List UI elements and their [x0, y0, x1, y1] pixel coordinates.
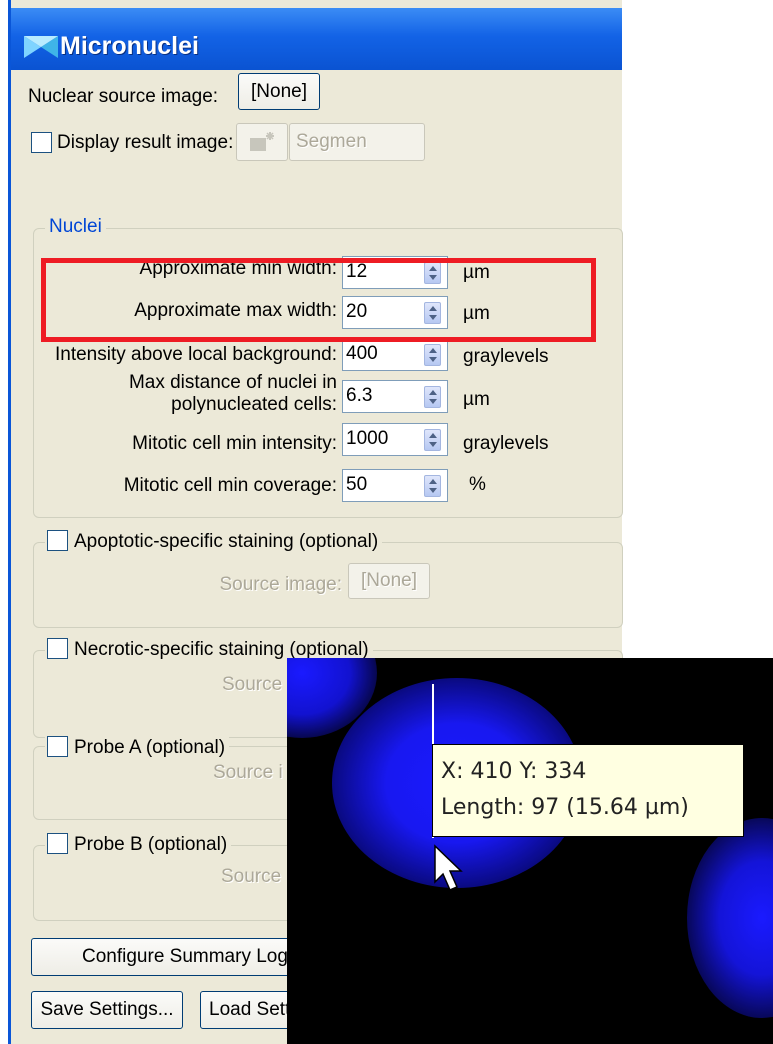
apoptotic-source-label: Source image: — [219, 574, 342, 595]
probe-b-checkbox[interactable] — [47, 833, 68, 854]
max-distance-label-line1: Max distance of nuclei in — [128, 372, 337, 393]
apoptotic-checkbox[interactable] — [47, 530, 68, 551]
highlight-box — [41, 258, 596, 342]
intensity-spin-arrows-icon[interactable] — [424, 344, 441, 366]
save-settings-button[interactable]: Save Settings... — [31, 991, 183, 1029]
apoptotic-legend: Apoptotic-specific staining (optional) — [45, 530, 383, 553]
tooltip-coordinates: X: 410 Y: 334 — [441, 759, 587, 784]
probe-b-source-label: Source i — [221, 866, 291, 887]
max-distance-spin-arrows-icon[interactable] — [424, 386, 441, 408]
measurement-tooltip: X: 410 Y: 334 Length: 97 (15.64 µm) — [432, 744, 744, 837]
mitotic-coverage-spinner[interactable]: 50 — [342, 469, 448, 502]
new-image-button[interactable] — [236, 123, 288, 161]
max-distance-value[interactable]: 6.3 — [346, 385, 372, 407]
measurement-overlay — [432, 684, 513, 891]
max-distance-spinner[interactable]: 6.3 — [342, 380, 448, 413]
probe-a-checkbox[interactable] — [47, 736, 68, 757]
app-logo-icon — [24, 36, 58, 58]
mitotic-intensity-label: Mitotic cell min intensity: — [132, 433, 337, 454]
mitotic-intensity-spinner[interactable]: 1000 — [342, 423, 448, 456]
mitotic-intensity-unit: graylevels — [463, 433, 549, 454]
new-image-icon — [250, 132, 274, 151]
mitotic-coverage-value[interactable]: 50 — [346, 474, 367, 496]
intensity-spinner[interactable]: 400 — [342, 338, 448, 371]
display-result-label: Display result image: — [57, 132, 234, 153]
max-distance-label-line2: polynucleated cells: — [171, 394, 337, 415]
microscopy-image-inset[interactable]: X: 410 Y: 334 Length: 97 (15.64 µm) — [287, 658, 773, 1044]
nuclei-legend: Nuclei — [45, 216, 106, 238]
necrotic-checkbox[interactable] — [47, 638, 68, 659]
mitotic-coverage-label: Mitotic cell min coverage: — [123, 475, 337, 496]
window-title: Micronuclei — [60, 32, 199, 60]
max-distance-unit: µm — [463, 389, 490, 410]
intensity-unit: graylevels — [463, 346, 549, 367]
nuclear-source-button[interactable]: [None] — [238, 73, 320, 110]
display-result-checkbox[interactable] — [31, 132, 52, 153]
probe-a-legend: Probe A (optional) — [45, 736, 230, 759]
mitotic-coverage-unit: % — [469, 474, 486, 495]
probe-a-legend-text: Probe A (optional) — [74, 737, 226, 758]
intensity-label: Intensity above local background: — [54, 344, 337, 365]
necrotic-source-label: Source — [222, 674, 283, 695]
apoptotic-legend-text: Apoptotic-specific staining (optional) — [74, 531, 379, 552]
probe-b-legend-text: Probe B (optional) — [74, 834, 228, 855]
segment-button[interactable]: Segmen — [289, 123, 425, 161]
mouse-cursor-icon — [434, 844, 463, 891]
probe-b-legend: Probe B (optional) — [45, 833, 232, 856]
tooltip-length: Length: 97 (15.64 µm) — [441, 795, 689, 820]
probe-a-source-label: Source i — [213, 762, 283, 783]
nuclear-source-label: Nuclear source image: — [28, 86, 219, 107]
necrotic-legend-text: Necrotic-specific staining (optional) — [74, 639, 369, 660]
apoptotic-source-button[interactable]: [None] — [348, 563, 430, 599]
mitotic-coverage-spin-arrows-icon[interactable] — [424, 475, 441, 497]
mitotic-intensity-spin-arrows-icon[interactable] — [424, 429, 441, 451]
mitotic-intensity-value[interactable]: 1000 — [346, 428, 388, 450]
title-bar[interactable]: Micronuclei — [11, 8, 622, 70]
intensity-value[interactable]: 400 — [346, 343, 378, 365]
